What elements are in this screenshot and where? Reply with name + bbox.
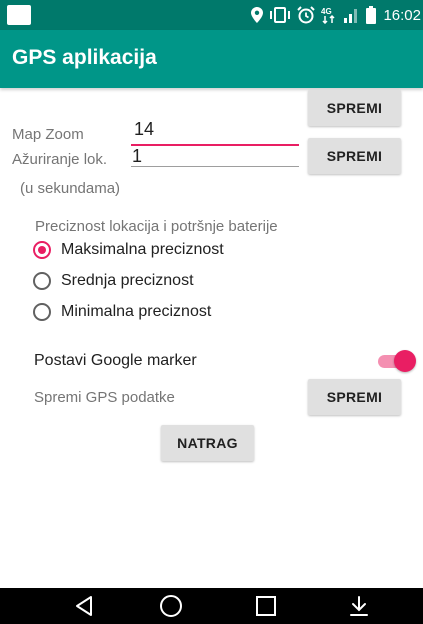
update-location-hint: (u sekundama) [20,180,121,197]
map-zoom-input[interactable]: 14 [134,119,294,143]
google-marker-switch[interactable] [376,350,416,372]
radio-label: Minimalna preciznost [61,303,212,320]
alarm-icon [297,6,316,24]
radio-max-precision[interactable]: Maksimalna preciznost [33,237,224,263]
radio-unchecked-icon [33,272,51,290]
location-icon [251,7,264,23]
radio-checked-icon [33,241,51,259]
app-bar: GPS aplikacija [0,30,423,88]
radio-label: Maksimalna preciznost [61,241,224,258]
update-location-underline [131,166,299,167]
status-icons: 4G 16:02 [251,5,421,25]
signal-icon [344,9,358,23]
google-marker-label: Postavi Google marker [34,352,197,369]
save-map-zoom-button[interactable]: SPREMI [308,90,401,126]
nav-download-button[interactable] [329,588,389,624]
radio-label: Srednja preciznost [61,272,194,289]
battery-icon [366,6,377,24]
svg-text:4G: 4G [321,7,332,16]
save-gps-button[interactable]: SPREMI [308,379,401,415]
update-location-label: Ažuriranje lok. [12,151,108,168]
precision-group-title: Preciznost lokacija i potršnje baterije [35,218,278,235]
save-gps-label: Spremi GPS podatke [34,389,175,406]
radio-min-precision[interactable]: Minimalna preciznost [33,299,211,325]
nav-home-button[interactable] [141,588,201,624]
status-time: 16:02 [383,6,421,24]
switch-thumb [394,350,416,372]
nav-back-button[interactable] [54,588,114,624]
home-circle-icon [160,595,182,617]
map-zoom-label: Map Zoom [12,126,84,143]
radio-unchecked-icon [33,303,51,321]
save-update-location-button[interactable]: SPREMI [308,138,401,174]
back-triangle-icon [76,596,92,616]
nav-bar [0,588,423,624]
notification-app-icon [7,5,31,25]
data-4g-icon: 4G [321,7,335,24]
radio-medium-precision[interactable]: Srednja preciznost [33,268,194,294]
app-title: GPS aplikacija [12,46,157,69]
nav-recents-button[interactable] [236,588,296,624]
download-arrow-icon [350,596,368,616]
status-bar: 4G 16:02 [0,0,423,30]
vibrate-icon [270,7,291,23]
recents-square-icon [256,596,276,616]
back-button[interactable]: NATRAG [161,425,254,461]
